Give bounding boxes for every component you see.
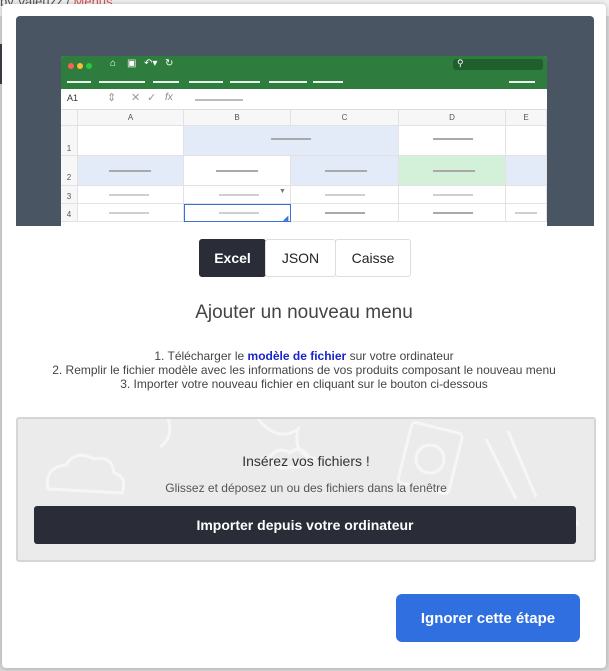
format-preview: ⌂ ▣ ↶▾ ↻ ⚲ A1 ⇕ ✕ ✓ fx A B C D E 1 2 3 4… <box>16 16 594 226</box>
instructions: 1. Télécharger le modèle de fichier sur … <box>2 349 606 391</box>
search-icon: ⚲ <box>457 58 464 68</box>
ribbon-tab <box>509 81 535 83</box>
column-header-b: B <box>184 110 291 126</box>
column-header-d: D <box>399 110 506 126</box>
tab-excel[interactable]: Excel <box>199 239 266 277</box>
step-1-suffix: sur votre ordinateur <box>346 349 454 363</box>
window-zoom-dot-icon <box>86 63 92 69</box>
cell-placeholder <box>219 212 259 214</box>
instruction-step-2: 2. Remplir le fichier modèle avec les in… <box>52 363 556 377</box>
undo-icon: ↶▾ <box>144 58 158 69</box>
cell-placeholder <box>271 138 311 140</box>
cell-placeholder <box>433 212 473 214</box>
grid-cell <box>506 186 547 204</box>
excel-preview-sheet: ⌂ ▣ ↶▾ ↻ ⚲ A1 ⇕ ✕ ✓ fx A B C D E 1 2 3 4… <box>61 56 547 226</box>
save-icon: ▣ <box>127 58 137 69</box>
window-minimize-dot-icon <box>77 63 83 69</box>
column-header-e: E <box>506 110 547 126</box>
ribbon-tab <box>189 81 223 83</box>
window-close-dot-icon <box>68 63 74 69</box>
tab-caisse[interactable]: Caisse <box>335 239 411 277</box>
dropdown-arrow-icon: ▼ <box>279 188 286 195</box>
instruction-step-3: 3. Importer votre nouveau fichier en cli… <box>120 377 488 391</box>
cell-placeholder <box>515 212 537 214</box>
cell-placeholder <box>109 212 149 214</box>
select-all-corner <box>61 110 78 126</box>
grid-cell-merged-header <box>184 126 399 156</box>
ribbon-tab <box>153 81 179 83</box>
row-header-2: 2 <box>61 156 78 186</box>
cell-placeholder <box>325 212 365 214</box>
dropzone-title: Insérez vos fichiers ! <box>242 453 370 469</box>
dropzone-subtitle: Glissez et déposez un ou des fichiers da… <box>165 481 447 495</box>
cell-placeholder <box>433 170 475 172</box>
column-header-a: A <box>78 110 184 126</box>
ribbon-tab <box>269 81 307 83</box>
confirm-check-icon: ✓ <box>147 92 157 104</box>
cell-placeholder <box>433 194 473 196</box>
modal-title: Ajouter un nouveau menu <box>195 302 413 323</box>
step-1-prefix: 1. Télécharger le <box>154 349 248 363</box>
excel-search-box: ⚲ <box>453 58 543 70</box>
row-header-4: 4 <box>61 204 78 222</box>
file-dropzone[interactable]: Insérez vos fichiers ! Glissez et dépose… <box>16 417 596 562</box>
row-header-3: 3 <box>61 186 78 204</box>
skip-step-button[interactable]: Ignorer cette étape <box>396 594 580 642</box>
cell-ref-stepper-icon: ⇕ <box>107 92 117 104</box>
grid-cell <box>399 126 506 156</box>
cell-placeholder <box>325 194 365 196</box>
fx-icon: fx <box>165 92 173 103</box>
grid-cell <box>506 156 547 186</box>
home-icon: ⌂ <box>110 58 117 69</box>
cell-placeholder <box>109 194 149 196</box>
format-tabs: Excel JSON Caisse <box>199 239 411 277</box>
ribbon-tab <box>313 81 343 83</box>
formula-bar: A1 ⇕ ✕ ✓ fx <box>61 89 547 110</box>
fill-handle-icon: ◢ <box>283 215 289 222</box>
cell-placeholder <box>325 170 367 172</box>
grid-cell <box>506 126 547 156</box>
instruction-step-1: 1. Télécharger le modèle de fichier sur … <box>2 349 606 363</box>
cell-placeholder <box>433 138 473 140</box>
template-file-link[interactable]: modèle de fichier <box>248 349 347 363</box>
cell-placeholder <box>109 170 151 172</box>
redo-icon: ↻ <box>165 58 174 69</box>
tab-json[interactable]: JSON <box>265 239 336 277</box>
ribbon-tab <box>67 81 91 83</box>
column-header-c: C <box>291 110 399 126</box>
cancel-x-icon: ✕ <box>131 92 141 104</box>
ribbon-tab <box>99 81 145 83</box>
row-header-1: 1 <box>61 126 78 156</box>
ribbon-tab <box>230 81 260 83</box>
cell-placeholder <box>219 194 259 196</box>
import-menu-modal: ⌂ ▣ ↶▾ ↻ ⚲ A1 ⇕ ✕ ✓ fx A B C D E 1 2 3 4… <box>2 4 606 668</box>
grid-cell <box>78 126 184 156</box>
cell-placeholder <box>216 170 258 172</box>
excel-ribbon: ⌂ ▣ ↶▾ ↻ ⚲ <box>61 56 547 89</box>
formula-content <box>195 99 243 101</box>
import-from-computer-button[interactable]: Importer depuis votre ordinateur <box>34 506 576 544</box>
cell-reference: A1 <box>67 93 79 103</box>
